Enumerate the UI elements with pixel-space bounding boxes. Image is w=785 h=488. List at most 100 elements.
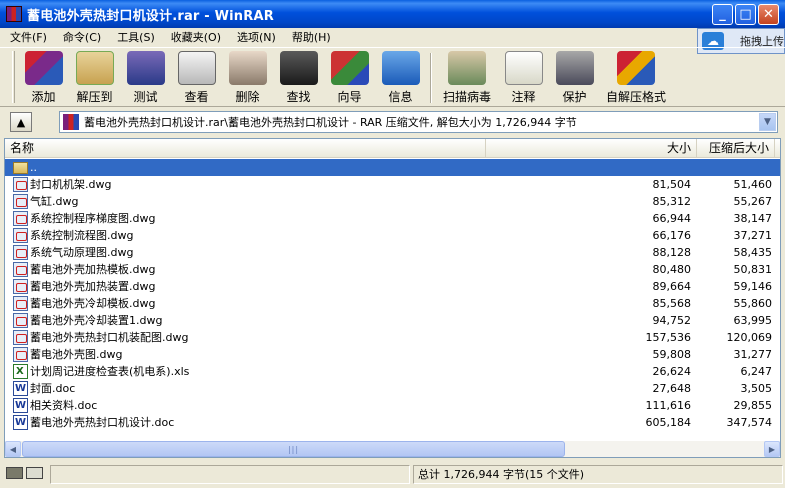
scroll-right-button[interactable]: ▶ <box>764 441 780 457</box>
file-row[interactable]: 蓄电池外壳冷却装置1.dwg 94,752 63,995 <box>5 312 780 329</box>
view-icon <box>177 51 216 85</box>
file-size: 85,312 <box>652 195 692 208</box>
key-icon[interactable] <box>26 467 43 479</box>
scroll-thumb[interactable]: ||| <box>22 441 565 457</box>
file-packed-size: 38,147 <box>733 212 773 225</box>
rar-archive-icon <box>63 114 79 130</box>
parent-folder-row[interactable]: .. <box>5 159 780 176</box>
sfx-label: 自解压格式 <box>605 90 666 104</box>
file-row[interactable]: 气缸.dwg 85,312 55,267 <box>5 193 780 210</box>
grip-icon: ||| <box>287 444 300 454</box>
window-title: 蓄电池外壳热封口机设计.rar - WinRAR <box>27 8 274 24</box>
dwg-file-icon <box>13 228 28 243</box>
path-dropdown-button[interactable]: ▼ <box>759 113 776 131</box>
file-name: 封口机机架.dwg <box>30 178 112 191</box>
delete-icon <box>228 51 267 85</box>
file-size: 89,664 <box>652 280 692 293</box>
file-row[interactable]: 封面.doc 27,648 3,505 <box>5 380 780 397</box>
file-size: 111,616 <box>645 399 692 412</box>
column-packed[interactable]: 压缩后大小 <box>697 139 775 158</box>
file-name: 封面.doc <box>30 382 76 395</box>
add-archive-icon <box>24 51 63 85</box>
test-label: 测试 <box>133 90 158 104</box>
file-row[interactable]: 蓄电池外壳图.dwg 59,808 31,277 <box>5 346 780 363</box>
scroll-left-button[interactable]: ◀ <box>5 441 21 457</box>
file-name: 系统控制程序梯度图.dwg <box>30 212 156 225</box>
minimize-button[interactable]: _ <box>712 4 733 25</box>
column-name[interactable]: 名称 <box>5 139 486 158</box>
test-button[interactable]: 测试 <box>120 48 171 106</box>
status-left-panel <box>50 465 410 484</box>
comment-button[interactable]: 注释 <box>498 48 549 106</box>
status-total: 总计 1,726,944 字节(15 个文件) <box>413 465 783 484</box>
protect-button[interactable]: 保护 <box>549 48 600 106</box>
file-size: 88,128 <box>652 246 692 259</box>
status-bar: 总计 1,726,944 字节(15 个文件) <box>0 462 785 488</box>
address-bar: ▲ 蓄电池外壳热封口机设计.rar\蓄电池外壳热封口机设计 - RAR 压缩文件… <box>0 109 785 135</box>
info-button[interactable]: 信息 <box>375 48 426 106</box>
menu-tools[interactable]: 工具(S) <box>107 29 161 45</box>
drive-icon[interactable] <box>6 467 23 479</box>
file-size: 27,648 <box>652 382 692 395</box>
file-row[interactable]: 相关资料.doc 111,616 29,855 <box>5 397 780 414</box>
file-size: 59,808 <box>652 348 692 361</box>
find-button[interactable]: 查找 <box>273 48 324 106</box>
menu-help[interactable]: 帮助(H) <box>282 29 337 45</box>
file-row[interactable]: 蓄电池外壳热封口机装配图.dwg 157,536 120,069 <box>5 329 780 346</box>
test-icon <box>126 51 165 85</box>
horizontal-scrollbar[interactable]: ◀ ||| ▶ <box>5 441 780 457</box>
maximize-button[interactable]: □ <box>735 4 756 25</box>
status-icons <box>6 467 46 481</box>
up-arrow-icon: ▲ <box>16 115 26 129</box>
comment-label: 注释 <box>511 90 536 104</box>
folder-up-icon <box>13 162 28 174</box>
path-combobox[interactable]: 蓄电池外壳热封口机设计.rar\蓄电池外壳热封口机设计 - RAR 压缩文件, … <box>59 111 778 133</box>
menu-favorites[interactable]: 收藏夹(O) <box>161 29 227 45</box>
column-size[interactable]: 大小 <box>486 139 697 158</box>
file-row[interactable]: 蓄电池外壳加热装置.dwg 89,664 59,146 <box>5 278 780 295</box>
toolbar-grip[interactable] <box>12 51 15 103</box>
file-row[interactable]: 封口机机架.dwg 81,504 51,460 <box>5 176 780 193</box>
delete-button[interactable]: 删除 <box>222 48 273 106</box>
doc-file-icon <box>13 380 28 397</box>
file-packed-size: 50,831 <box>733 263 773 276</box>
menu-commands[interactable]: 命令(C) <box>53 29 107 45</box>
menu-bar: 文件(F) 命令(C) 工具(S) 收藏夹(O) 选项(N) 帮助(H) <box>0 28 785 46</box>
file-packed-size: 55,860 <box>733 297 773 310</box>
file-name: 蓄电池外壳冷却模板.dwg <box>30 297 156 310</box>
extract-to-button[interactable]: 解压到 <box>69 48 120 106</box>
close-button[interactable]: ✕ <box>758 4 779 25</box>
sfx-button[interactable]: 自解压格式 <box>600 48 672 106</box>
menu-file[interactable]: 文件(F) <box>0 29 53 45</box>
file-row[interactable]: 蓄电池外壳冷却模板.dwg 85,568 55,860 <box>5 295 780 312</box>
up-folder-button[interactable]: ▲ <box>10 112 32 132</box>
file-row[interactable]: 系统控制程序梯度图.dwg 66,944 38,147 <box>5 210 780 227</box>
file-size: 80,480 <box>652 263 692 276</box>
file-row[interactable]: 系统控制流程图.dwg 66,176 37,271 <box>5 227 780 244</box>
file-size: 26,624 <box>652 365 692 378</box>
file-row[interactable]: 系统气动原理图.dwg 88,128 58,435 <box>5 244 780 261</box>
add-button[interactable]: 添加 <box>18 48 69 106</box>
file-size: 66,944 <box>652 212 692 225</box>
wizard-icon <box>330 51 369 85</box>
dwg-file-icon <box>13 347 28 362</box>
file-packed-size: 31,277 <box>733 348 773 361</box>
doc-file-icon <box>13 414 28 431</box>
file-name: .. <box>30 161 37 174</box>
chevron-left-icon: ◀ <box>9 444 17 454</box>
file-size: 81,504 <box>652 178 692 191</box>
protect-shield-icon <box>555 51 594 85</box>
find-binoculars-icon <box>279 51 318 85</box>
file-name: 蓄电池外壳热封口机装配图.dwg <box>30 331 189 344</box>
menu-options[interactable]: 选项(N) <box>227 29 282 45</box>
file-row[interactable]: 计划周记进度检查表(机电系).xls 26,624 6,247 <box>5 363 780 380</box>
file-packed-size: 51,460 <box>733 178 773 191</box>
file-packed-size: 29,855 <box>733 399 773 412</box>
file-row[interactable]: 蓄电池外壳加热模板.dwg 80,480 50,831 <box>5 261 780 278</box>
virus-scan-button[interactable]: 扫描病毒 <box>436 48 498 106</box>
wizard-button[interactable]: 向导 <box>324 48 375 106</box>
view-button[interactable]: 查看 <box>171 48 222 106</box>
find-label: 查找 <box>286 90 311 104</box>
file-row[interactable]: 蓄电池外壳热封口机设计.doc 605,184 347,574 <box>5 414 780 431</box>
toolbar-separator <box>430 53 432 103</box>
